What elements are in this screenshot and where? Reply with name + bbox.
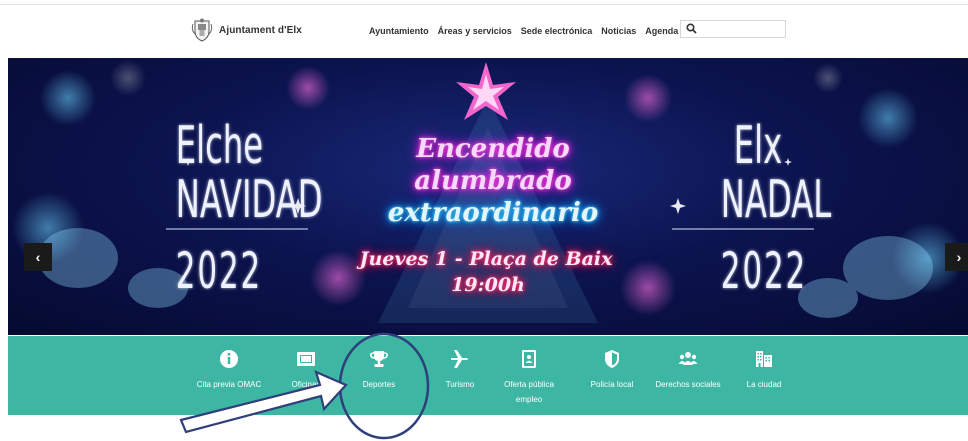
nav-areas-servicios[interactable]: Áreas y servicios <box>438 26 512 36</box>
top-divider <box>0 4 968 5</box>
service-label: Deportes <box>362 380 396 389</box>
service-derechos-sociales[interactable]: Derechos sociales <box>650 336 726 392</box>
nav-ayuntamiento[interactable]: Ayuntamiento <box>369 26 429 36</box>
chevron-right-icon: › <box>956 249 962 265</box>
hero-carousel: Elche NAVIDAD 2022 Elx NADAL 2022 Encend… <box>8 58 968 335</box>
shield-icon <box>605 350 619 368</box>
hero-left-line2: NAVIDAD <box>175 170 323 230</box>
neon-line-1: Encendido <box>416 134 570 164</box>
users-icon <box>678 352 698 365</box>
search-box[interactable] <box>680 20 787 38</box>
hero-right-line2: NADAL <box>720 170 832 230</box>
service-deportes[interactable]: Deportes <box>341 336 417 392</box>
service-cita-previa[interactable]: Cita previa OMAC <box>191 336 267 392</box>
hero-right-line1: Elx <box>733 116 783 176</box>
nav-sede-electronica[interactable]: Sede electrónica <box>521 26 593 36</box>
id-card-icon <box>297 352 315 366</box>
nav-agenda[interactable]: Agenda <box>645 26 678 36</box>
search-icon[interactable] <box>686 23 697 34</box>
info-icon <box>220 350 238 368</box>
hero-left-line1: Elche <box>175 116 264 176</box>
service-turismo[interactable]: Turismo <box>422 336 498 392</box>
plane-icon <box>451 350 468 368</box>
building-icon <box>756 351 772 367</box>
service-label: Oferta pública empleo <box>504 380 554 404</box>
service-oficinas[interactable]: Oficinas <box>268 336 344 392</box>
carousel-prev-button[interactable]: ‹ <box>24 243 52 271</box>
coat-of-arms-icon <box>191 18 213 42</box>
service-label: Turismo <box>445 380 475 389</box>
neon-line-2: alumbrado <box>414 166 572 196</box>
trophy-icon <box>370 351 388 367</box>
main-nav: Ayuntamiento Áreas y servicios Sede elec… <box>369 26 678 36</box>
hero-title-left: Elche NAVIDAD 2022 <box>175 116 323 300</box>
services-bar: Cita previa OMAC Oficinas Deportes Turis… <box>8 336 968 415</box>
hero-title-right: Elx NADAL 2022 <box>720 116 832 300</box>
neon-line-5: 19:00h <box>451 274 525 296</box>
service-label: Cita previa OMAC <box>196 380 262 389</box>
hero-left-line3: 2022 <box>175 242 263 300</box>
service-policia-local[interactable]: Policía local <box>574 336 650 392</box>
hero-right-line3: 2022 <box>720 242 808 300</box>
neon-line-4: Jueves 1 - Plaça de Baix <box>359 248 613 270</box>
site-logo[interactable]: Ajuntament d'Elx <box>191 18 302 42</box>
logo-text: Ajuntament d'Elx <box>219 24 302 36</box>
service-la-ciudad[interactable]: La ciudad <box>726 336 802 392</box>
service-label: Derechos sociales <box>655 380 721 389</box>
service-label: Policía local <box>590 380 634 389</box>
carousel-next-button[interactable]: › <box>945 243 968 271</box>
service-label: La ciudad <box>746 380 782 389</box>
contact-book-icon <box>522 350 536 368</box>
chevron-left-icon: ‹ <box>35 249 41 265</box>
neon-line-3: extraordinario <box>387 198 599 228</box>
site-header: Ajuntament d'Elx Ayuntamiento Áreas y se… <box>0 14 968 48</box>
service-label: Oficinas <box>291 380 321 389</box>
service-oferta-empleo[interactable]: Oferta pública empleo <box>491 336 567 407</box>
search-input[interactable] <box>701 22 787 38</box>
nav-noticias[interactable]: Noticias <box>601 26 636 36</box>
